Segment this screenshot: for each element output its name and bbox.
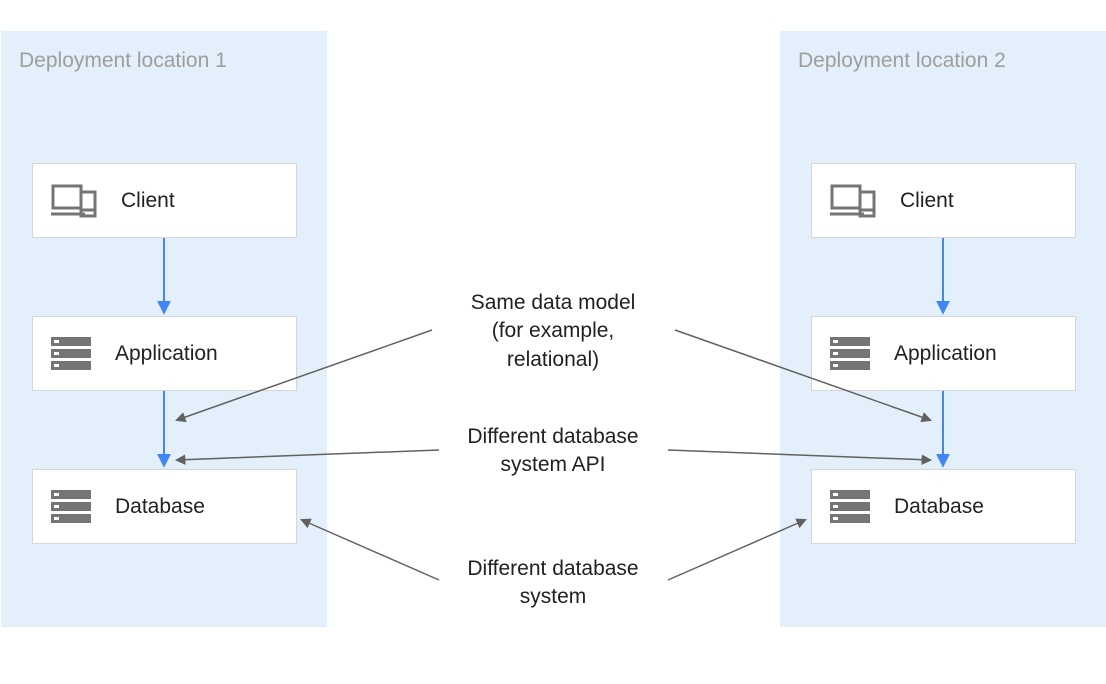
annotation-text: relational) <box>507 348 599 371</box>
application-label: Application <box>115 342 218 366</box>
annotation-text: Same data model <box>471 291 636 314</box>
annotation-text: system API <box>500 453 605 476</box>
database-node-right: Database <box>811 469 1076 544</box>
server-icon <box>830 337 870 371</box>
client-icon <box>51 184 97 218</box>
client-label: Client <box>900 189 954 213</box>
database-icon <box>51 490 91 524</box>
annotation-text: (for example, <box>492 319 615 342</box>
annotation-data-model: Same data model (for example, relational… <box>423 289 683 374</box>
application-node-left: Application <box>32 316 297 391</box>
region-1-title: Deployment location 1 <box>19 49 309 73</box>
database-icon <box>830 490 870 524</box>
client-icon <box>830 184 876 218</box>
database-label: Database <box>115 495 205 519</box>
client-node-left: Client <box>32 163 297 238</box>
annotation-api: Different database system API <box>423 423 683 480</box>
server-icon <box>51 337 91 371</box>
client-label: Client <box>121 189 175 213</box>
application-node-right: Application <box>811 316 1076 391</box>
annotation-text: Different database <box>467 425 638 448</box>
annotation-text: system <box>520 585 587 608</box>
annotation-text: Different database <box>467 557 638 580</box>
client-node-right: Client <box>811 163 1076 238</box>
database-label: Database <box>894 495 984 519</box>
annotation-system: Different database system <box>423 555 683 612</box>
application-label: Application <box>894 342 997 366</box>
region-2-title: Deployment location 2 <box>798 49 1088 73</box>
database-node-left: Database <box>32 469 297 544</box>
